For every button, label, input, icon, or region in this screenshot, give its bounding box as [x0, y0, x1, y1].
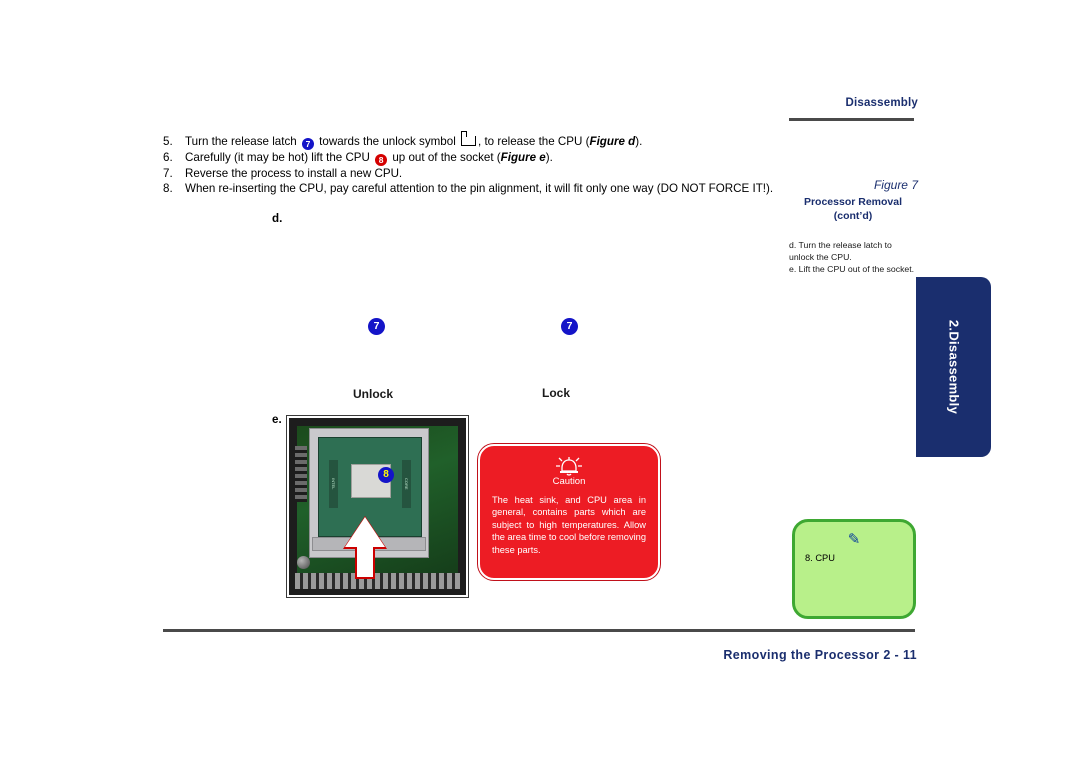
step-number: 8.: [163, 182, 173, 196]
caution-body: The heat sink, and CPU area in general, …: [492, 495, 646, 555]
page-header-title: Disassembly: [845, 97, 918, 109]
note-box: ✎ 8. CPU: [792, 519, 916, 619]
unlock-latch-icon: [461, 131, 476, 146]
cpu-socket-photo: INTEL CORE 8: [287, 416, 468, 597]
inline-callout-badge: 7: [301, 138, 314, 150]
instruction-step: 8. When re-inserting the CPU, pay careful…: [163, 181, 783, 196]
cpu-marking-right: CORE: [402, 460, 411, 508]
step-number: 7.: [163, 167, 173, 180]
figure-caption-item: d. Turn the release latch to unlock the …: [789, 240, 917, 263]
step-text: When re-inserting the CPU, pay careful a…: [185, 182, 774, 196]
step-text: Carefully (it may be hot) lift the CPU: [185, 151, 374, 164]
figure-caption-item-text: Lift the CPU out of the socket.: [798, 264, 915, 275]
figure-reference: Figure d: [589, 135, 636, 148]
pencil-icon: ✎: [847, 531, 861, 548]
footer-divider: [163, 629, 915, 632]
note-body: 8. CPU: [805, 553, 835, 563]
step-text: ).: [635, 135, 643, 148]
step-number: 5.: [163, 135, 173, 148]
figure-caption-item-text: Turn the release latch to unlock the CPU…: [789, 240, 892, 262]
step-text: up out of the socket (: [389, 151, 501, 164]
caution-title: Caution: [552, 476, 586, 487]
callout-marker-7-left: 7: [368, 318, 385, 335]
figure-reference: Figure e: [500, 151, 546, 164]
figure-caption-item-lead: d.: [789, 240, 799, 250]
instruction-step: 5. Turn the release latch 7 towards the u…: [163, 131, 783, 150]
lock-label: Lock: [542, 386, 571, 400]
figure-caption-items: d. Turn the release latch to unlock the …: [789, 240, 917, 277]
step-text: Turn the release latch: [185, 135, 300, 148]
capacitor-row: [295, 446, 307, 502]
step-text: , to release the CPU (: [478, 135, 590, 148]
step-number: 6.: [163, 151, 173, 164]
step-text: ).: [545, 151, 553, 164]
instruction-step: 6. Carefully (it may be hot) lift the CPU…: [163, 150, 783, 166]
figure-caption-item: e. Lift the CPU out of the socket.: [789, 264, 917, 276]
chapter-tab: 2.Disassembly: [916, 277, 991, 457]
caution-box: Caution The heat sink, and CPU area in g…: [478, 444, 660, 580]
inline-callout-badge: 8: [375, 154, 388, 166]
instruction-step: 7. Reverse the process to install a new C…: [163, 166, 783, 181]
footer-text: Removing the Processor 2 - 11: [723, 648, 917, 662]
caution-bell-icon: [556, 457, 582, 476]
figure-number-label: Figure 7: [873, 178, 918, 192]
figure-letter-d: d.: [272, 212, 283, 225]
cpu-marking-left: INTEL: [329, 460, 338, 508]
photo-callout-8: 8: [378, 467, 394, 483]
figure-caption-title: Processor Removal (cont’d): [803, 196, 903, 222]
header-divider: [789, 118, 914, 121]
chapter-tab-label: 2.Disassembly: [946, 319, 961, 415]
figure-caption-item-lead: e.: [789, 264, 799, 275]
step-text: towards the unlock symbol: [315, 135, 459, 148]
unlock-label: Unlock: [353, 387, 394, 401]
callout-marker-7-right: 7: [561, 318, 578, 335]
lift-arrow: [345, 517, 385, 579]
figure-letter-e: e.: [272, 413, 282, 426]
instruction-steps: 5. Turn the release latch 7 towards the u…: [163, 131, 783, 196]
step-text: Reverse the process to install a new CPU…: [185, 167, 403, 180]
